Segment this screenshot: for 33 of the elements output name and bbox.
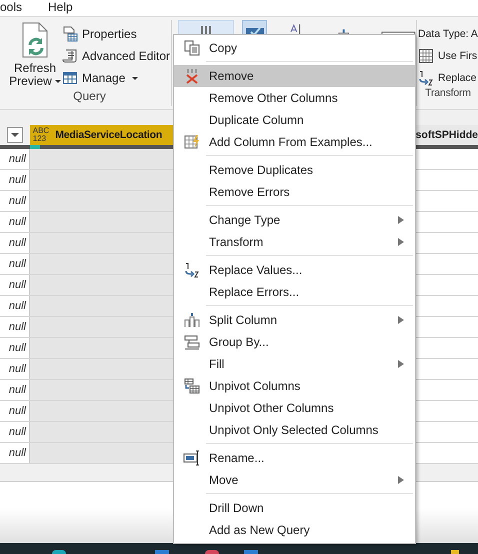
menu-item[interactable]: Move <box>174 469 415 491</box>
menu-item[interactable]: Remove Errors <box>174 181 415 203</box>
menu-item[interactable]: Add Column From Examples... <box>174 131 415 153</box>
menu-item[interactable]: Fill <box>174 353 415 375</box>
ribbon-button[interactable]: Data Type: A <box>418 25 478 43</box>
ribbon-button[interactable]: Use Firs <box>418 47 478 65</box>
menu-item[interactable]: Rename... <box>174 447 415 469</box>
ribbon-button[interactable]: Replace <box>418 69 478 87</box>
menu-item[interactable]: Unpivot Other Columns <box>174 397 415 419</box>
menu-item[interactable]: Remove Duplicates <box>174 159 415 181</box>
menu-item[interactable]: Drill Down <box>174 497 415 519</box>
ribbon-button[interactable]: Properties <box>62 25 170 43</box>
refresh-preview-button[interactable]: Refresh Preview <box>8 20 62 89</box>
ribbon-button[interactable]: Advanced Editor <box>62 47 170 65</box>
menu-item[interactable]: Duplicate Column <box>174 109 415 131</box>
menu-item[interactable]: Copy <box>174 37 415 59</box>
menu-item[interactable]: Remove <box>174 65 415 87</box>
menu-item[interactable]: Change Type <box>174 209 415 231</box>
menu-item[interactable]: Unpivot Only Selected Columns <box>174 419 415 441</box>
menu-item[interactable]: Transform <box>174 231 415 253</box>
menu-tab[interactable]: ools <box>0 0 22 14</box>
group-label: Query <box>72 89 107 105</box>
type-icon: ABC 123 <box>32 127 50 143</box>
menu-item[interactable]: Split Column <box>174 309 415 331</box>
menu-item[interactable]: Unpivot Columns <box>174 375 415 397</box>
menu-item[interactable]: Add as New Query <box>174 519 415 541</box>
group-label: Transform <box>424 87 472 101</box>
menu-item[interactable]: Replace Values... <box>174 259 415 281</box>
ribbon-button[interactable]: Manage <box>62 69 170 87</box>
menu-tab[interactable]: Help <box>48 0 73 14</box>
menu-item[interactable]: Remove Other Columns <box>174 87 415 109</box>
menu-item[interactable]: Replace Errors... <box>174 281 415 303</box>
menu-item[interactable]: Group By... <box>174 331 415 353</box>
